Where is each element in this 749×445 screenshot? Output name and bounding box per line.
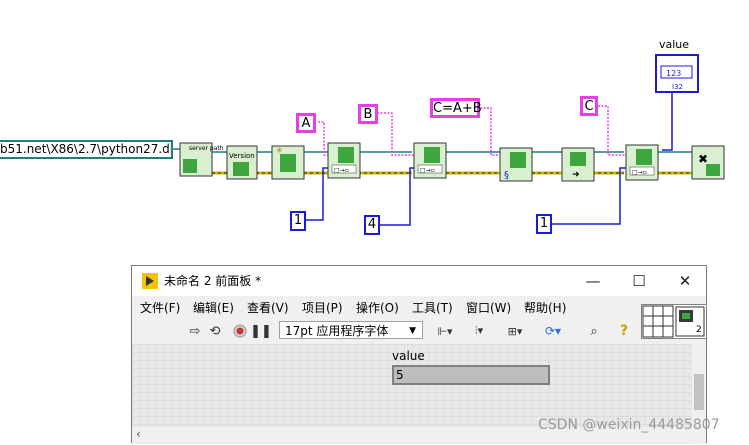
svg-text:□→▫: □→▫ <box>420 167 435 174</box>
int-constant-4[interactable]: 4 <box>364 215 380 235</box>
reorder-icon[interactable]: ⟳▾ <box>540 321 566 341</box>
title-bar[interactable]: 未命名 2 前面板 * — ☐ ✕ <box>132 266 706 296</box>
node-set-var-a[interactable]: □→▫ <box>327 142 361 179</box>
abort-icon[interactable] <box>231 321 249 341</box>
int-constant-1-second[interactable]: 1 <box>536 214 552 234</box>
menu-view[interactable]: 查看(V) <box>247 299 289 316</box>
scroll-left-icon[interactable]: ‹ <box>136 427 141 441</box>
node-execute[interactable]: § <box>499 147 533 182</box>
window-title: 未命名 2 前面板 * <box>164 274 262 288</box>
node-server-path-label: server path <box>189 145 224 152</box>
vertical-scroll-thumb[interactable] <box>694 374 704 410</box>
node-get-value[interactable]: ➜ <box>561 147 595 182</box>
value-indicator-terminal[interactable]: value 123 I32 <box>655 38 699 93</box>
indicator-text: 123 <box>666 69 681 78</box>
node-close-session[interactable]: ✖ <box>691 145 725 180</box>
node-version-label: Version <box>229 152 255 160</box>
menu-window[interactable]: 窗口(W) <box>466 299 511 316</box>
labview-app-icon <box>142 273 158 289</box>
connector-number: 2 <box>696 325 702 335</box>
indicator-label: value <box>659 38 689 51</box>
dll-path-constant[interactable]: b51.net\X86\2.7\python27.dll <box>0 140 173 159</box>
distribute-objects-icon[interactable]: ⫶▾ <box>466 321 492 341</box>
toolbar: ⇨ ⟲ ❚❚ 17pt 应用程序字体 ▼ ⊩▾ ⫶▾ ⊞▾ ⟳▾ ⌕ ? <box>132 319 642 343</box>
menu-edit[interactable]: 编辑(E) <box>193 299 234 316</box>
pause-icon[interactable]: ❚❚ <box>250 321 272 341</box>
menu-operate[interactable]: 操作(O) <box>356 299 399 316</box>
svg-text:✳: ✳ <box>276 146 283 155</box>
node-set-var-b[interactable]: □→▫ <box>413 142 447 179</box>
string-constant-b[interactable]: B <box>358 104 378 124</box>
node-version[interactable]: Version <box>226 145 258 180</box>
node-get-var-c[interactable]: □→▫ <box>625 144 659 181</box>
svg-text:✖: ✖ <box>698 152 708 166</box>
align-objects-icon[interactable]: ⊩▾ <box>432 321 458 341</box>
int-constant-1-first[interactable]: 1 <box>290 211 306 231</box>
menu-file[interactable]: 文件(F) <box>140 299 180 316</box>
chevron-down-icon: ▼ <box>409 326 416 336</box>
menu-help[interactable]: 帮助(H) <box>524 299 566 316</box>
node-init[interactable]: ✳ <box>271 145 305 180</box>
string-constant-expr[interactable]: C=A+B <box>430 98 482 118</box>
maximize-button[interactable]: ☐ <box>616 266 662 296</box>
svg-text:I32: I32 <box>672 83 683 91</box>
run-continuously-icon[interactable]: ⟲ <box>206 321 224 341</box>
minimize-button[interactable]: — <box>570 266 616 296</box>
connector-pane[interactable]: 2 <box>641 304 707 339</box>
value-numeric-indicator[interactable]: 5 <box>392 365 550 385</box>
svg-text:§: § <box>504 170 509 181</box>
font-select[interactable]: 17pt 应用程序字体 ▼ <box>279 321 423 339</box>
svg-text:➜: ➜ <box>572 170 580 180</box>
value-indicator-label: value <box>392 349 425 363</box>
node-open-session[interactable]: server path <box>179 142 224 177</box>
string-constant-a[interactable]: A <box>296 113 316 133</box>
menu-project[interactable]: 项目(P) <box>302 299 343 316</box>
font-select-value: 17pt 应用程序字体 <box>285 324 389 338</box>
close-button[interactable]: ✕ <box>662 266 708 296</box>
svg-text:□→▫: □→▫ <box>334 167 349 174</box>
menu-tools[interactable]: 工具(T) <box>412 299 453 316</box>
resize-objects-icon[interactable]: ⊞▾ <box>502 321 528 341</box>
string-constant-c[interactable]: C <box>580 96 598 116</box>
help-icon[interactable]: ? <box>616 321 632 341</box>
search-icon[interactable]: ⌕ <box>584 321 604 341</box>
run-arrow-icon[interactable]: ⇨ <box>186 321 204 341</box>
svg-text:□→▫: □→▫ <box>632 169 647 176</box>
menu-bar: 文件(F) 编辑(E) 查看(V) 项目(P) 操作(O) 工具(T) 窗口(W… <box>132 296 642 318</box>
watermark: CSDN @weixin_44485807 <box>538 417 720 433</box>
